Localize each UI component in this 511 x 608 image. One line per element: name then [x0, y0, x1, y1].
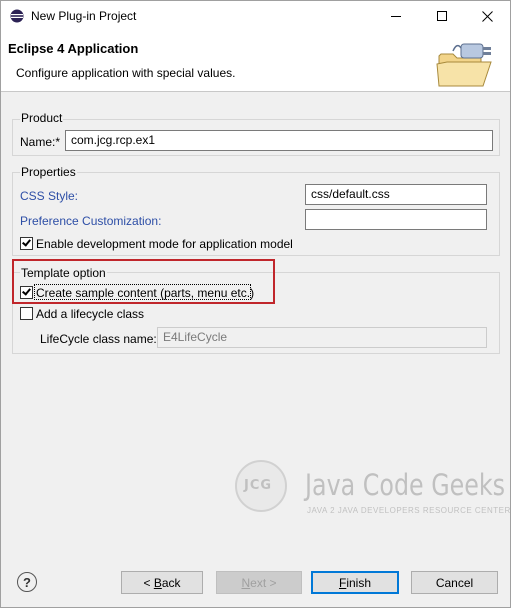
- lifecycle-label: Add a lifecycle class: [36, 307, 145, 321]
- lifecycle-class-label: LifeCycle class name:: [40, 332, 157, 346]
- css-style-field[interactable]: css/default.css: [305, 184, 487, 205]
- page-title: Eclipse 4 Application: [8, 41, 139, 56]
- minimize-icon: [390, 15, 401, 17]
- dev-mode-label: Enable development mode for application …: [36, 237, 293, 251]
- cancel-button[interactable]: Cancel: [411, 571, 498, 594]
- checkmark-icon: [22, 237, 31, 247]
- watermark-brand: Java Code Geeks: [305, 468, 506, 502]
- next-button-label: ext >: [250, 575, 277, 590]
- name-field[interactable]: com.jcg.rcp.ex1: [65, 130, 493, 151]
- dev-mode-checkbox[interactable]: [20, 237, 33, 250]
- name-label: Name:*: [20, 135, 61, 149]
- cancel-button-label: Cancel: [435, 575, 474, 590]
- title-bar: New Plug-in Project: [1, 1, 510, 32]
- product-group-label: Product: [20, 111, 64, 125]
- wizard-content: Product Name:* com.jcg.rcp.ex1 Propertie…: [1, 92, 510, 559]
- lifecycle-class-field[interactable]: E4LifeCycle: [157, 327, 487, 348]
- minimize-button[interactable]: [373, 1, 418, 31]
- finish-button[interactable]: Finish: [311, 571, 399, 594]
- finish-button-mnemonic: F: [338, 575, 347, 590]
- watermark-logo-text: JCG: [244, 478, 273, 493]
- dialog-window: New Plug-in Project Eclipse 4 Applicatio…: [0, 0, 511, 608]
- watermark-logo: JCG Java Code Geeks JAVA 2 JAVA DEVELOPE…: [235, 454, 510, 524]
- sample-content-checkbox[interactable]: [20, 286, 33, 299]
- next-button[interactable]: Next >: [216, 571, 302, 594]
- back-button[interactable]: < Back: [121, 571, 203, 594]
- window-title: New Plug-in Project: [31, 9, 137, 23]
- maximize-icon: [436, 11, 447, 21]
- wizard-footer: ? < Back Next > Finish Cancel: [1, 559, 510, 607]
- close-button[interactable]: [465, 1, 510, 31]
- maximize-button[interactable]: [419, 1, 464, 31]
- watermark-tagline: JAVA 2 JAVA DEVELOPERS RESOURCE CENTER: [307, 506, 511, 515]
- lifecycle-checkbox[interactable]: [20, 307, 33, 320]
- preference-customization-link[interactable]: Preference Customization:: [20, 214, 161, 228]
- eclipse-icon: [10, 9, 24, 23]
- back-button-mnemonic: B: [153, 575, 162, 590]
- template-group-label: Template option: [20, 266, 107, 280]
- preference-customization-field[interactable]: [305, 209, 487, 230]
- css-style-link[interactable]: CSS Style:: [20, 189, 78, 203]
- checkmark-icon: [22, 286, 31, 296]
- sample-content-label: Create sample content (parts, menu etc.): [36, 286, 255, 300]
- plugin-folder-icon: [436, 43, 492, 87]
- next-button-mnemonic: N: [241, 575, 251, 590]
- back-button-label: ack: [161, 575, 181, 590]
- page-description: Configure application with special value…: [16, 66, 236, 80]
- properties-group-label: Properties: [20, 165, 77, 179]
- help-button[interactable]: ?: [17, 572, 37, 592]
- wizard-header: Eclipse 4 Application Configure applicat…: [1, 32, 510, 91]
- close-icon: [482, 10, 493, 22]
- back-button-prefix: <: [143, 575, 154, 590]
- finish-button-label: inish: [346, 575, 372, 590]
- help-icon: ?: [23, 574, 31, 590]
